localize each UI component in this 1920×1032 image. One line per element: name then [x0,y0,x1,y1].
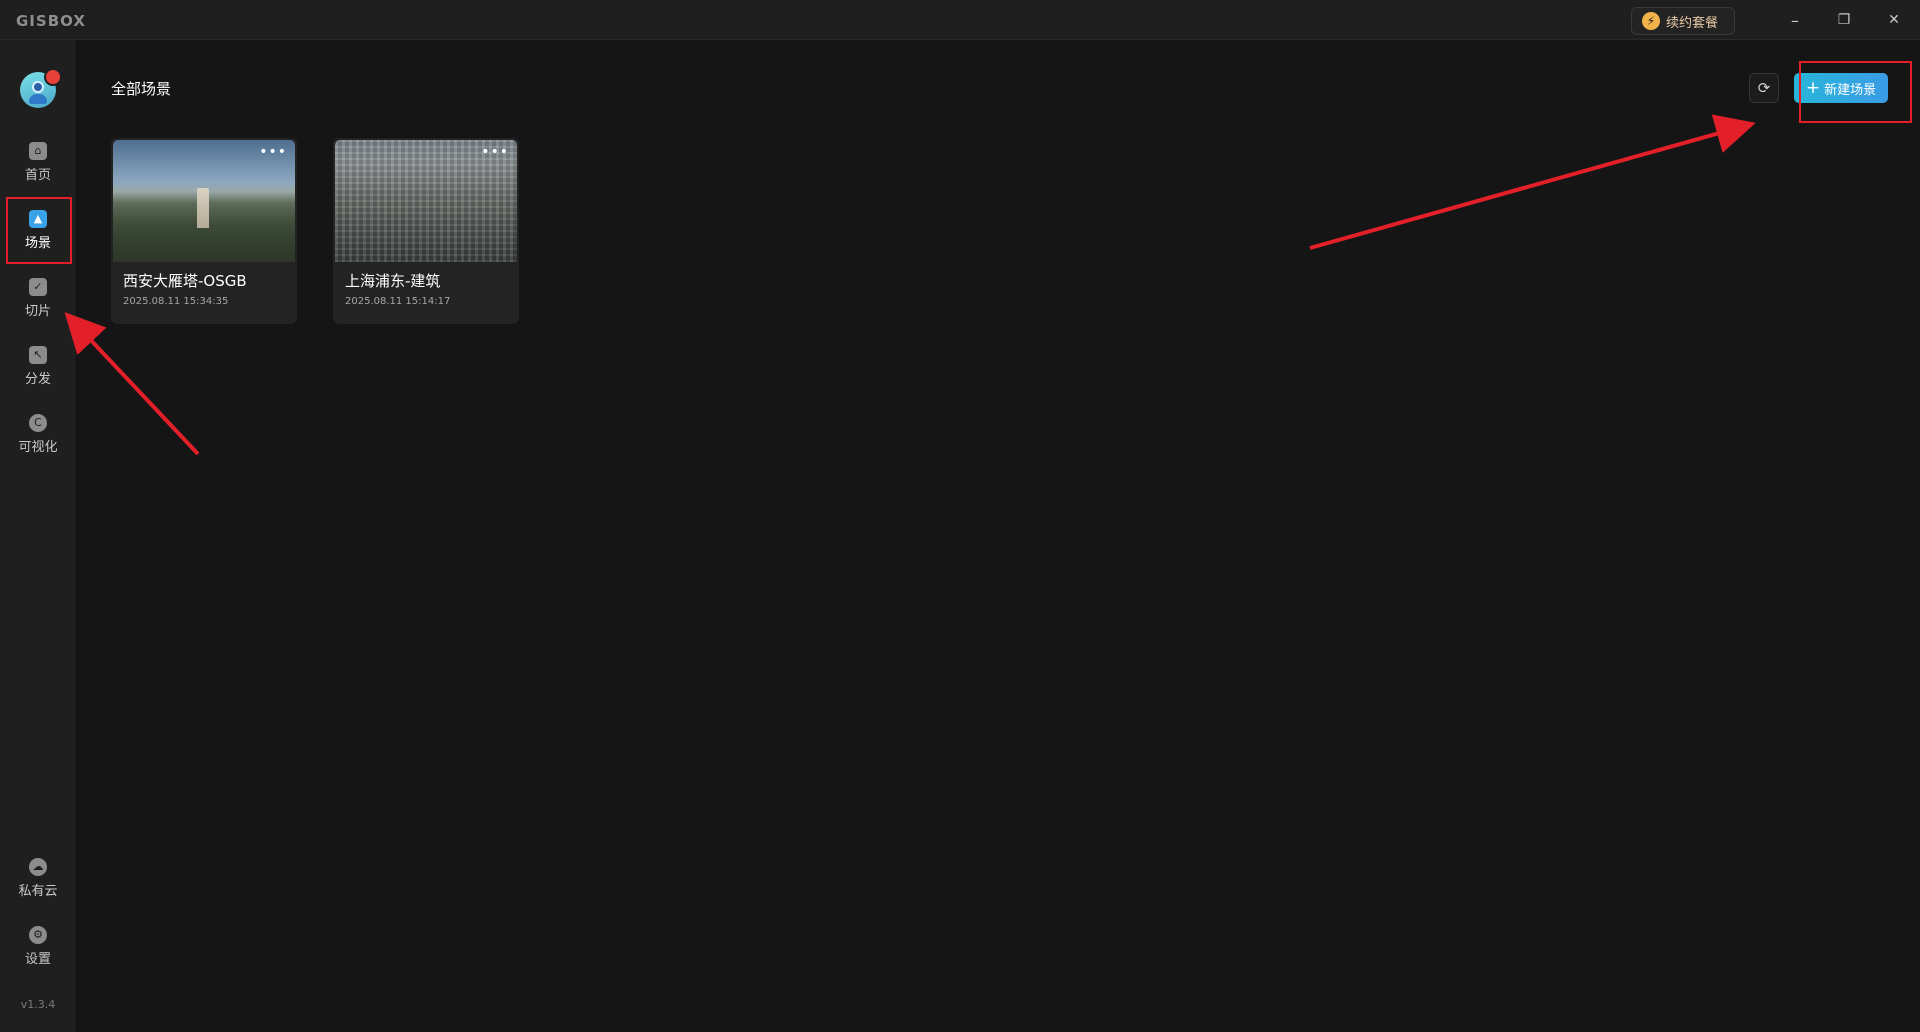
scene-name: 上海浦东-建筑 [345,272,441,290]
slice-doc-icon: ✓ [29,277,47,296]
sidebar-item-distribute[interactable]: ↖ 分发 [0,336,76,396]
sidebar-item-label: 切片 [24,303,51,319]
scene-name: 西安大雁塔-OSGB [123,272,247,290]
home-icon: ⌂ [29,141,47,160]
private-cloud-icon: ☁ [29,857,47,876]
avatar-face [32,81,44,93]
title-bar: GISBOX ⚡ 续约套餐 – ❐ ✕ [0,0,1920,40]
annotation-arrow-to-new-button [1309,114,1756,250]
sidebar-item-settings[interactable]: ⚙ 设置 [0,916,76,976]
close-icon[interactable]: ✕ [1879,8,1909,32]
sidebar-item-home[interactable]: ⌂ 首页 [0,132,76,192]
scene-date: 2025.08.11 15:14:17 [345,296,451,307]
sidebar-item-private-cloud[interactable]: ☁ 私有云 [0,848,76,908]
sidebar-item-label: 私有云 [18,883,58,899]
minimize-icon[interactable]: – [1780,8,1810,32]
annotation-highlight-scene [6,197,72,264]
restore-icon[interactable]: ❐ [1829,8,1859,32]
scene-card[interactable]: ••• 上海浦东-建筑 2025.08.11 15:14:17 [333,138,519,324]
visualization-icon: C [29,413,47,432]
more-options-icon[interactable]: ••• [259,144,287,160]
annotation-arrow-to-sidebar [64,312,200,456]
sidebar-item-label: 可视化 [18,439,58,455]
renew-plan-label: 续约套餐 [1666,15,1719,31]
refresh-button[interactable]: ⟳ [1749,73,1779,103]
lightning-icon: ⚡ [1642,12,1660,30]
avatar-body [29,94,47,104]
renew-plan-button[interactable]: ⚡ 续约套餐 [1631,7,1735,35]
sidebar-item-visualization[interactable]: C 可视化 [0,404,76,464]
pagoda-shape [197,188,209,228]
sidebar-item-slice[interactable]: ✓ 切片 [0,268,76,328]
app-logo: GISBOX [16,12,86,30]
scene-card[interactable]: ••• 西安大雁塔-OSGB 2025.08.11 15:34:35 [111,138,297,324]
app-version: v1.3.4 [20,998,56,1011]
page-title: 全部场景 [111,80,172,98]
scene-date: 2025.08.11 15:34:35 [123,296,229,307]
sidebar-item-label: 分发 [24,371,51,387]
annotation-highlight-new-scene [1799,61,1912,123]
sidebar-item-label: 设置 [24,951,51,967]
settings-gear-icon: ⚙ [29,925,47,944]
more-options-icon[interactable]: ••• [481,144,509,160]
user-avatar[interactable] [20,68,62,108]
refresh-icon: ⟳ [1757,79,1771,97]
distribute-icon: ↖ [29,345,47,364]
notification-badge-icon [44,68,62,86]
sidebar-item-label: 首页 [24,167,51,183]
sidebar: ⌂ 首页 ▲ 场景 ✓ 切片 ↖ 分发 C 可视化 ☁ 私有云 ⚙ 设置 v1.… [0,40,77,1032]
